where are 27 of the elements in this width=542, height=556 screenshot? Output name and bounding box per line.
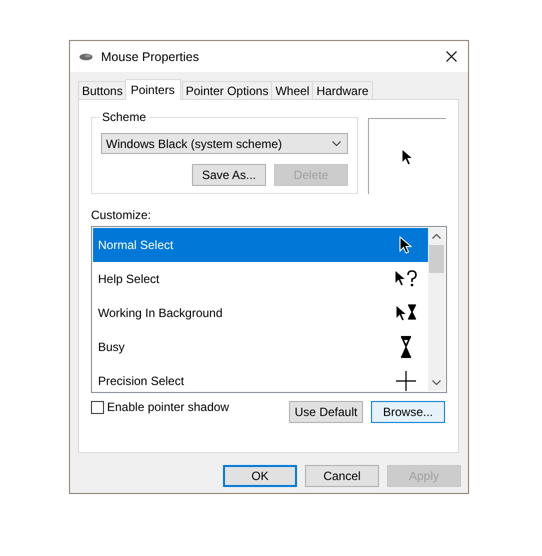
checkbox[interactable] <box>91 400 104 414</box>
window-title: Mouse Properties <box>101 50 200 64</box>
push-button[interactable]: Use Default <box>289 401 363 423</box>
list-item[interactable]: Working In Background <box>93 296 428 330</box>
scrollbar-thumb[interactable] <box>429 245 444 273</box>
push-button[interactable]: Save As... <box>192 164 266 186</box>
mouse-icon <box>79 52 93 60</box>
tab[interactable]: Pointer Options <box>182 81 272 99</box>
tab[interactable]: Buttons <box>78 81 127 99</box>
chevron-down-icon <box>332 141 341 146</box>
group-label: Scheme <box>101 110 148 124</box>
list-item[interactable]: Help Select <box>93 262 428 296</box>
push-button[interactable]: Browse... <box>371 401 445 423</box>
tab[interactable]: Pointers <box>124 79 181 100</box>
chevron-up-icon[interactable] <box>432 234 441 239</box>
push-button[interactable]: Cancel <box>305 465 379 487</box>
checkbox-label: Enable pointer shadow <box>107 400 230 414</box>
chevron-down-icon[interactable] <box>432 380 441 385</box>
scheme-dropdown[interactable]: Windows Black (system scheme) <box>101 133 348 154</box>
scrollbar[interactable] <box>428 228 445 391</box>
list-item[interactable]: Precision Select <box>93 364 428 391</box>
push-button[interactable]: OK <box>223 465 297 487</box>
list-item[interactable]: Busy <box>93 330 428 364</box>
tab[interactable]: Hardware <box>312 81 372 99</box>
close-icon <box>446 51 456 62</box>
list-item[interactable]: Normal Select <box>93 228 428 262</box>
list-label: Customize: <box>91 208 152 222</box>
